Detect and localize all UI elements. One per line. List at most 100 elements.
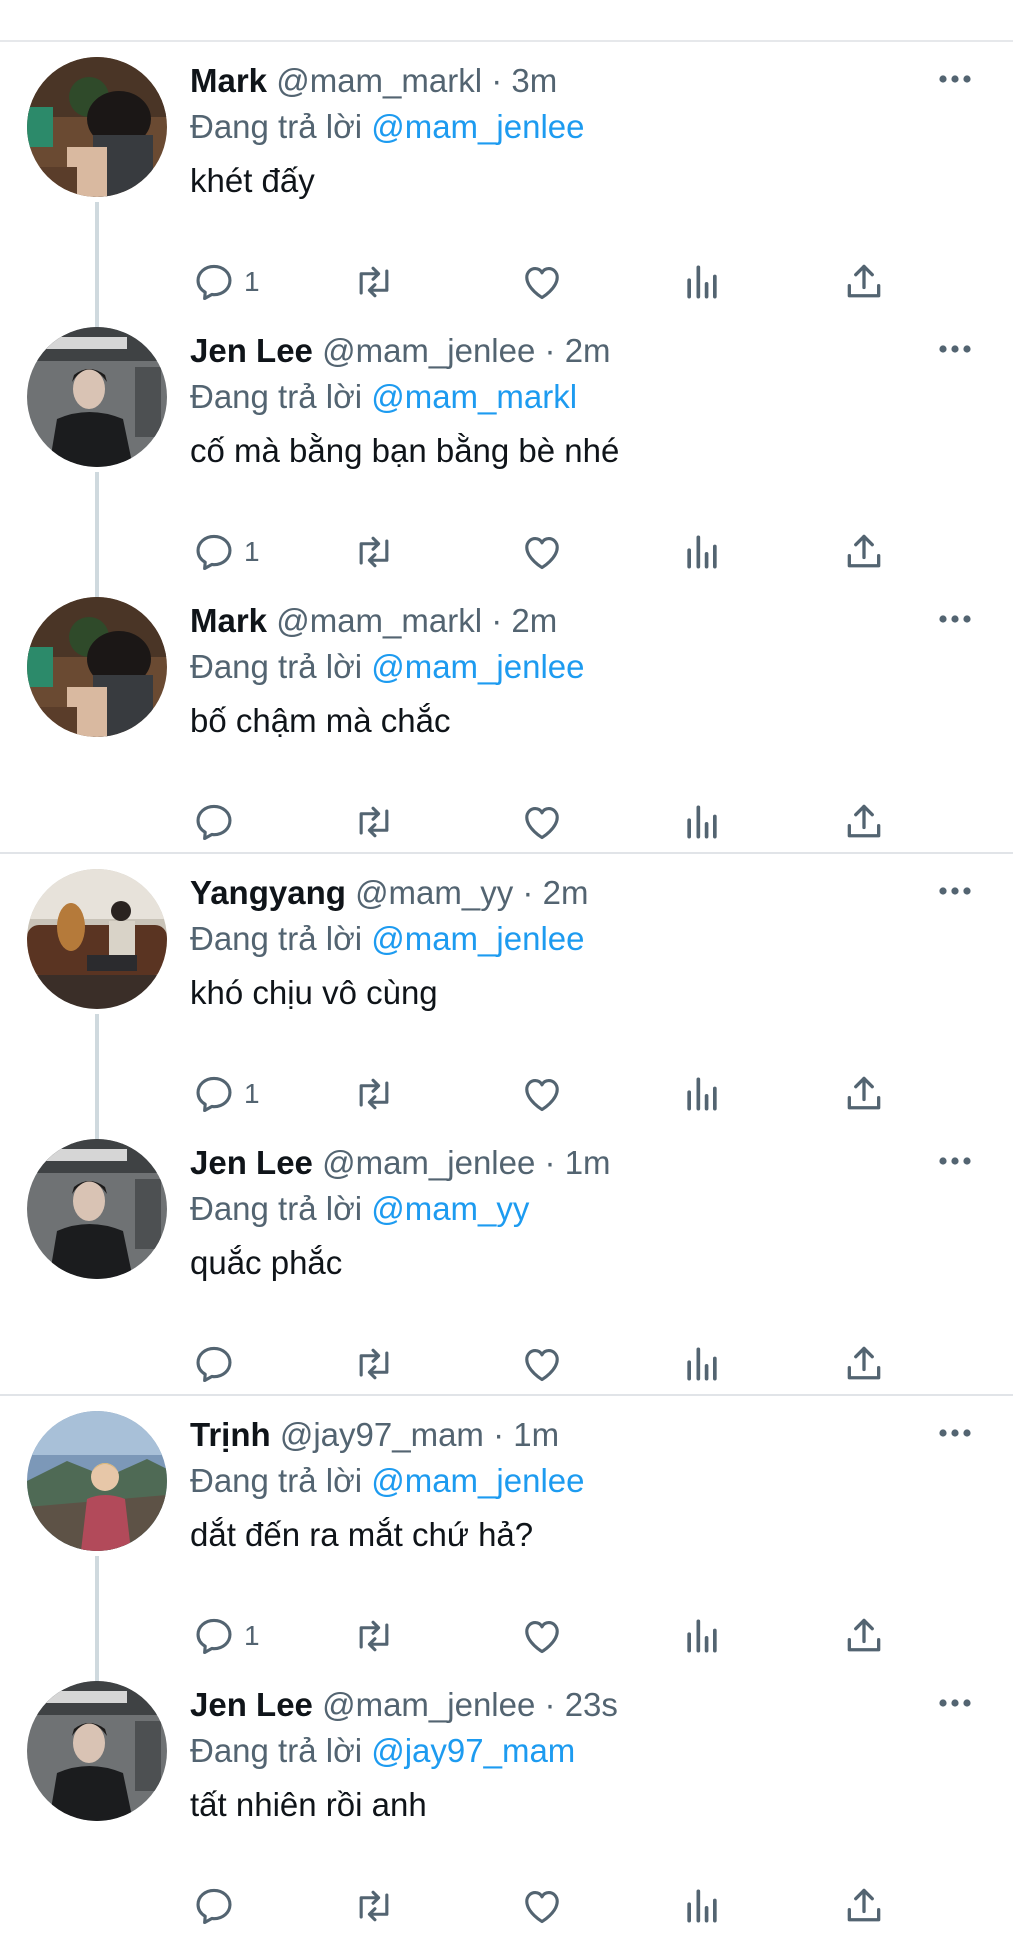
- share-button[interactable]: [842, 260, 886, 304]
- reply-button[interactable]: [192, 800, 244, 844]
- mention-link[interactable]: @mam_jenlee: [371, 920, 584, 957]
- user-handle[interactable]: @mam_jenlee: [322, 1144, 535, 1181]
- like-button[interactable]: [520, 260, 564, 304]
- avatar[interactable]: [27, 1139, 167, 1279]
- user-handle[interactable]: @jay97_mam: [280, 1416, 484, 1453]
- tweet[interactable]: Mark @mam_markl · 2m Đang trả lời @mam_j…: [0, 582, 1013, 852]
- reply-button[interactable]: [192, 1884, 244, 1928]
- tweet[interactable]: Jen Lee @mam_jenlee · 23s Đang trả lời @…: [0, 1666, 1013, 1936]
- avatar[interactable]: [27, 1411, 167, 1551]
- reply-button[interactable]: [192, 1342, 244, 1386]
- reply-button[interactable]: 1: [192, 1072, 260, 1116]
- tweet[interactable]: Trịnh @jay97_mam · 1m Đang trả lời @mam_…: [0, 1396, 1013, 1684]
- like-button[interactable]: [520, 1342, 564, 1386]
- replying-to: Đang trả lời @jay97_mam: [190, 1729, 993, 1773]
- avatar[interactable]: [27, 597, 167, 737]
- retweet-button[interactable]: [352, 1342, 396, 1386]
- timestamp[interactable]: 1m: [565, 1144, 611, 1181]
- retweet-button[interactable]: [352, 800, 396, 844]
- timestamp[interactable]: 2m: [565, 332, 611, 369]
- retweet-button[interactable]: [352, 1884, 396, 1928]
- reply-button[interactable]: 1: [192, 260, 260, 304]
- user-handle[interactable]: @mam_markl: [276, 602, 482, 639]
- like-button[interactable]: [520, 800, 564, 844]
- reply-icon: [192, 530, 236, 574]
- tweet[interactable]: Jen Lee @mam_jenlee · 1m Đang trả lời @m…: [0, 1124, 1013, 1394]
- mention-link[interactable]: @mam_jenlee: [371, 108, 584, 145]
- retweet-button[interactable]: [352, 530, 396, 574]
- timestamp[interactable]: 23s: [565, 1686, 618, 1723]
- tweet-header: Jen Lee @mam_jenlee · 23s: [190, 1683, 993, 1727]
- user-handle[interactable]: @mam_jenlee: [322, 332, 535, 369]
- heart-icon: [520, 1884, 564, 1928]
- analytics-button[interactable]: [680, 800, 724, 844]
- avatar[interactable]: [27, 1681, 167, 1821]
- replying-to: Đang trả lời @mam_markl: [190, 375, 993, 419]
- share-button[interactable]: [842, 530, 886, 574]
- timestamp[interactable]: 2m: [543, 874, 589, 911]
- user-handle[interactable]: @mam_markl: [276, 62, 482, 99]
- analytics-button[interactable]: [680, 1614, 724, 1658]
- display-name[interactable]: Mark: [190, 602, 267, 639]
- like-button[interactable]: [520, 1884, 564, 1928]
- display-name[interactable]: Jen Lee: [190, 1144, 313, 1181]
- heart-icon: [520, 260, 564, 304]
- avatar[interactable]: [27, 57, 167, 197]
- top-bar: [0, 0, 1013, 42]
- more-options-icon[interactable]: [937, 72, 973, 86]
- share-button[interactable]: [842, 1342, 886, 1386]
- display-name[interactable]: Trịnh: [190, 1416, 271, 1453]
- more-options-icon[interactable]: [937, 1696, 973, 1710]
- user-handle[interactable]: @mam_jenlee: [322, 1686, 535, 1723]
- retweet-button[interactable]: [352, 260, 396, 304]
- tweet[interactable]: Mark @mam_markl · 3m Đang trả lời @mam_j…: [0, 42, 1013, 330]
- user-handle[interactable]: @mam_yy: [355, 874, 513, 911]
- replying-to-label: Đang trả lời: [190, 1732, 363, 1769]
- mention-link[interactable]: @mam_jenlee: [371, 648, 584, 685]
- retweet-icon: [352, 260, 396, 304]
- retweet-icon: [352, 1072, 396, 1116]
- analytics-button[interactable]: [680, 1342, 724, 1386]
- like-button[interactable]: [520, 530, 564, 574]
- mention-link[interactable]: @jay97_mam: [371, 1732, 575, 1769]
- replying-to-label: Đang trả lời: [190, 648, 363, 685]
- share-icon: [842, 1072, 886, 1116]
- more-options-icon[interactable]: [937, 884, 973, 898]
- display-name[interactable]: Yangyang: [190, 874, 346, 911]
- replying-to: Đang trả lời @mam_jenlee: [190, 1459, 993, 1503]
- analytics-button[interactable]: [680, 1072, 724, 1116]
- more-options-icon[interactable]: [937, 1154, 973, 1168]
- mention-link[interactable]: @mam_markl: [371, 378, 577, 415]
- analytics-button[interactable]: [680, 1884, 724, 1928]
- timestamp[interactable]: 2m: [511, 602, 557, 639]
- share-button[interactable]: [842, 800, 886, 844]
- mention-link[interactable]: @mam_jenlee: [371, 1462, 584, 1499]
- avatar[interactable]: [27, 869, 167, 1009]
- display-name[interactable]: Jen Lee: [190, 1686, 313, 1723]
- share-button[interactable]: [842, 1884, 886, 1928]
- share-button[interactable]: [842, 1072, 886, 1116]
- display-name[interactable]: Jen Lee: [190, 332, 313, 369]
- heart-icon: [520, 1072, 564, 1116]
- like-button[interactable]: [520, 1072, 564, 1116]
- analytics-button[interactable]: [680, 260, 724, 304]
- like-button[interactable]: [520, 1614, 564, 1658]
- tweet[interactable]: Yangyang @mam_yy · 2m Đang trả lời @mam_…: [0, 854, 1013, 1142]
- timestamp[interactable]: 3m: [511, 62, 557, 99]
- more-options-icon[interactable]: [937, 612, 973, 626]
- display-name[interactable]: Mark: [190, 62, 267, 99]
- more-options-icon[interactable]: [937, 1426, 973, 1440]
- analytics-button[interactable]: [680, 530, 724, 574]
- reply-button[interactable]: 1: [192, 1614, 260, 1658]
- share-button[interactable]: [842, 1614, 886, 1658]
- more-options-icon[interactable]: [937, 342, 973, 356]
- bar-chart-icon: [680, 1342, 724, 1386]
- retweet-button[interactable]: [352, 1614, 396, 1658]
- avatar[interactable]: [27, 327, 167, 467]
- retweet-button[interactable]: [352, 1072, 396, 1116]
- tweet[interactable]: Jen Lee @mam_jenlee · 2m Đang trả lời @m…: [0, 312, 1013, 600]
- mention-link[interactable]: @mam_yy: [371, 1190, 529, 1227]
- thread-connector-line: [95, 472, 99, 600]
- timestamp[interactable]: 1m: [513, 1416, 559, 1453]
- reply-button[interactable]: 1: [192, 530, 260, 574]
